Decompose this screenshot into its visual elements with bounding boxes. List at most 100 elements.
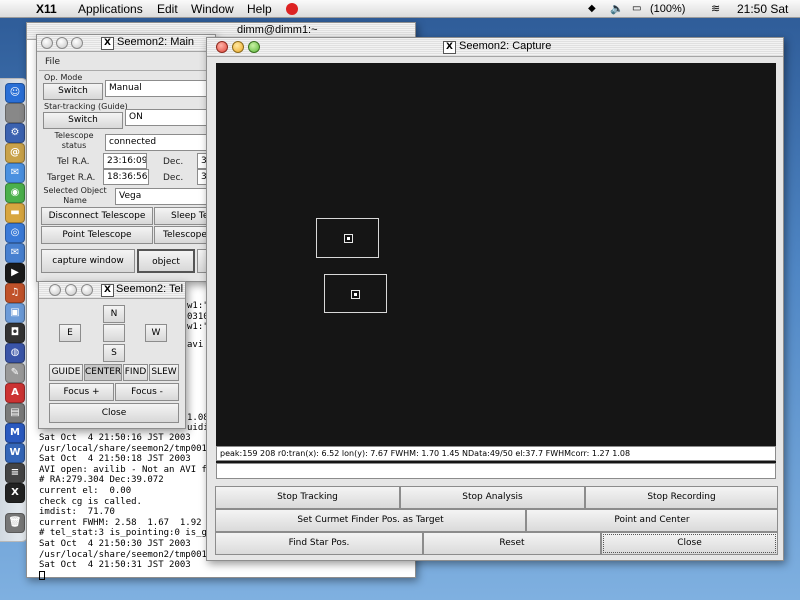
main-window[interactable]: X Seemon2: Main File Op. Mode Switch Man… — [36, 34, 217, 282]
star-tracking-box — [316, 218, 379, 258]
main-titlebar[interactable]: X Seemon2: Main — [37, 35, 215, 52]
zoom-window-button[interactable] — [81, 284, 93, 296]
battery-icon[interactable]: ▭ — [632, 1, 641, 17]
move-south-button[interactable]: S — [103, 344, 125, 362]
x11-window-icon: X — [443, 41, 456, 54]
quicktime-icon[interactable]: ▶ — [5, 263, 25, 283]
folder-icon[interactable]: ▬ — [5, 203, 25, 223]
office-icon[interactable]: M — [5, 423, 25, 443]
tel-close-button[interactable]: Close — [49, 403, 179, 423]
browser-icon[interactable]: ◎ — [5, 223, 25, 243]
guide-mode-button[interactable]: GUIDE — [49, 364, 83, 381]
idvd-icon[interactable]: ◍ — [5, 343, 25, 363]
mail-icon[interactable]: ✉ — [5, 163, 25, 183]
iphoto-icon[interactable]: ▣ — [5, 303, 25, 323]
tel-ra-label: Tel R.A. — [57, 157, 90, 167]
terminal-title: dimm@dimm1:~ — [237, 24, 318, 36]
point-and-center-button[interactable]: Point and Center — [526, 509, 778, 532]
terminal-line: Sat Oct 4 21:50:16 JST 2003 — [39, 433, 191, 443]
terminal-line: Sat Oct 4 21:50:18 JST 2003 — [39, 454, 191, 465]
star-tracking-switch-button[interactable]: Switch — [43, 112, 123, 129]
x11-window-icon: X — [101, 37, 114, 50]
find-mode-button[interactable]: FIND — [123, 364, 148, 381]
menu-window[interactable]: Window — [191, 1, 234, 17]
close-window-button[interactable] — [41, 37, 53, 49]
focus-plus-button[interactable]: Focus + — [49, 383, 114, 401]
menu-file[interactable]: File — [45, 57, 60, 67]
star-marker — [351, 290, 360, 299]
find-star-pos-button[interactable]: Find Star Pos. — [215, 532, 423, 555]
stop-tracking-button[interactable]: Stop Tracking — [215, 486, 400, 509]
wifi-icon[interactable]: ≋ — [711, 1, 720, 17]
volume-icon[interactable]: 🔈 — [610, 1, 624, 17]
op-mode-field: Manual — [105, 80, 217, 97]
capture-titlebar[interactable]: X Seemon2: Capture — [207, 38, 783, 57]
capture-close-button[interactable]: Close — [601, 532, 778, 555]
minimize-window-button[interactable] — [56, 37, 68, 49]
stop-analysis-button[interactable]: Stop Analysis — [400, 486, 585, 509]
apple-icon[interactable] — [5, 103, 25, 123]
menu-app-x11[interactable]: X11 — [36, 1, 57, 17]
move-north-button[interactable]: N — [103, 305, 125, 323]
tel-titlebar[interactable]: X Seemon2: Tel — [39, 282, 185, 299]
set-finder-target-button[interactable]: Set Curmet Finder Pos. as Target — [215, 509, 526, 532]
telescope-status-field: connected — [105, 134, 217, 151]
point-telescope-button[interactable]: Point Telescope — [41, 226, 153, 244]
tel-ra-field: 23:16:09 — [103, 153, 147, 169]
target-dec-label: Dec. — [163, 173, 184, 183]
close-window-button[interactable] — [216, 41, 228, 53]
minimize-window-button[interactable] — [65, 284, 77, 296]
address-book-icon[interactable]: @ — [5, 143, 25, 163]
imovie-icon[interactable]: ◘ — [5, 323, 25, 343]
capture-window[interactable]: X Seemon2: Capture peak:159 208 r0:tran(… — [206, 37, 784, 561]
zoom-window-button[interactable] — [248, 41, 260, 53]
menu-applications[interactable]: Applications — [78, 1, 143, 17]
tool-icon[interactable]: ✎ — [5, 363, 25, 383]
terminal-line: /usr/local/share/seemon2/tmp001.avi — [39, 443, 229, 454]
minimize-window-button[interactable] — [232, 41, 244, 53]
center-pad[interactable] — [103, 324, 125, 342]
acrobat-icon[interactable]: A — [5, 383, 25, 403]
terminal-line: current el: 0.00 — [39, 485, 132, 496]
menu-clock[interactable]: 21:50 Sat — [737, 1, 788, 17]
script-icon[interactable]: ≡ — [5, 463, 25, 483]
move-east-button[interactable]: E — [59, 324, 81, 342]
slew-mode-button[interactable]: SLEW — [149, 364, 179, 381]
system-prefs-icon[interactable]: ⚙ — [5, 123, 25, 143]
menu-edit[interactable]: Edit — [157, 1, 178, 17]
ichat-icon[interactable]: ◉ — [5, 183, 25, 203]
disconnect-telescope-button[interactable]: Disconnect Telescope — [41, 207, 153, 225]
telescope-status-label: Telescope status — [54, 131, 94, 150]
mail-stamp-icon[interactable]: ✉ — [5, 243, 25, 263]
focus-minus-button[interactable]: Focus - — [115, 383, 179, 401]
terminal-line: AVI open: avilib - Not an AVI file — [39, 464, 224, 475]
terminal-output: Sat Oct 4 21:50:16 JST 2003 /usr/local/s… — [39, 433, 234, 580]
reset-button[interactable]: Reset — [423, 532, 601, 555]
finder-icon[interactable]: ☺ — [5, 83, 25, 103]
target-ra-field: 18:36:56 — [103, 169, 149, 185]
x11-icon[interactable]: X — [5, 483, 25, 503]
close-window-button[interactable] — [49, 284, 61, 296]
stop-recording-button[interactable]: Stop Recording — [585, 486, 778, 509]
main-title: Seemon2: Main — [117, 36, 195, 48]
zoom-window-button[interactable] — [71, 37, 83, 49]
move-west-button[interactable]: W — [145, 324, 167, 342]
trash-icon[interactable]: 🗑 — [5, 513, 25, 533]
display-icon[interactable]: ◆ — [588, 1, 596, 17]
star-marker — [344, 234, 353, 243]
center-mode-button[interactable]: CENTER — [84, 364, 122, 381]
x11-window-icon: X — [101, 284, 114, 297]
capture-window-button[interactable]: capture window — [41, 249, 135, 273]
op-mode-switch-button[interactable]: Switch — [43, 83, 103, 100]
capture-image[interactable] — [216, 63, 776, 475]
app-status-icon[interactable] — [286, 3, 298, 15]
tel-window[interactable]: X Seemon2: Tel N E W S GUIDE CENTER FIND… — [38, 281, 186, 429]
menu-help[interactable]: Help — [247, 1, 272, 17]
terminal-line: current FWHM: 2.58 1.67 1.92 1.24 — [39, 517, 235, 528]
itunes-icon[interactable]: ♫ — [5, 283, 25, 303]
menu-bar: X11 Applications Edit Window Help ◆ 🔈 ▭ … — [0, 0, 800, 18]
object-button[interactable]: object — [137, 249, 195, 273]
word-icon[interactable]: W — [5, 443, 25, 463]
terminal-line: /usr/local/share/seemon2/tmp001.avi — [39, 549, 229, 560]
utility-icon[interactable]: ▤ — [5, 403, 25, 423]
